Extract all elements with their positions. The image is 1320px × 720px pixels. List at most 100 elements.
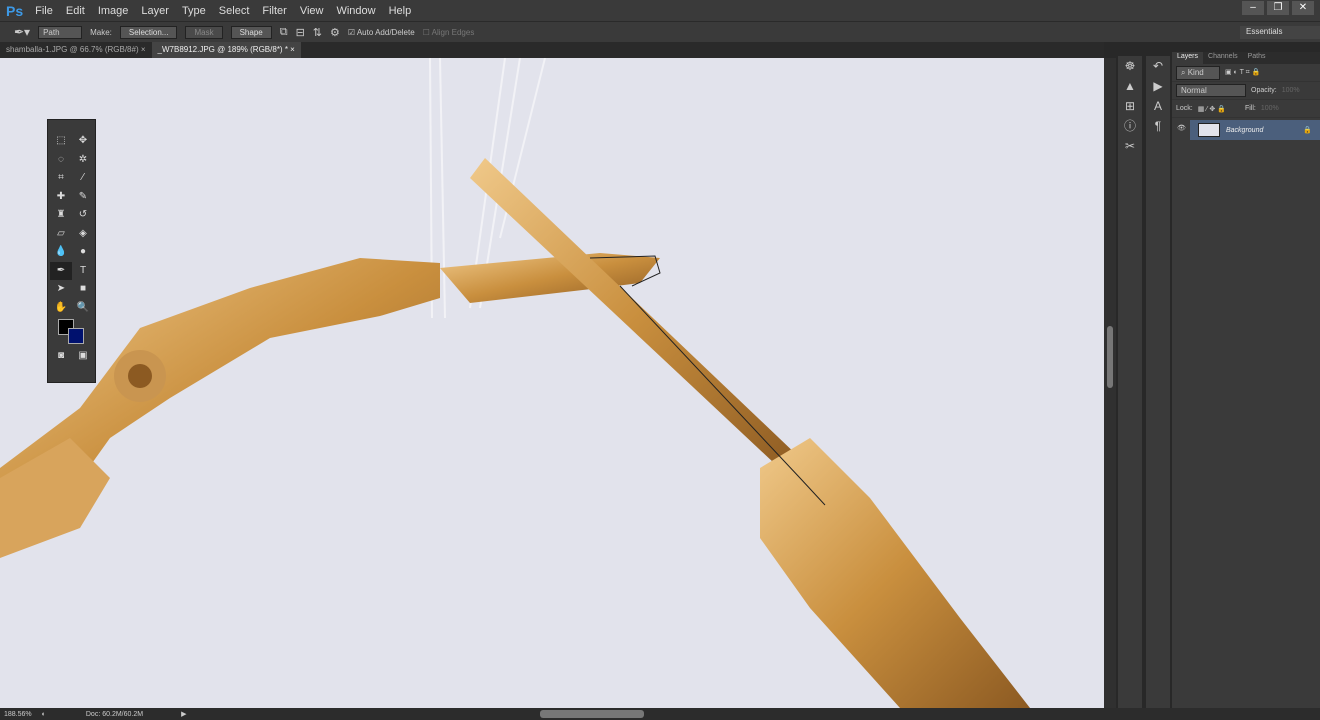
auto-add-delete-checkbox[interactable]: ☑ Auto Add/Delete (348, 28, 415, 37)
workspace-select[interactable]: Essentials (1240, 26, 1320, 39)
lock-icon: 🔒 (1303, 127, 1312, 134)
path-selection-tool-icon[interactable]: ➤ (50, 280, 72, 299)
hand-tool-icon[interactable]: ✋ (50, 299, 72, 318)
close-tab-icon[interactable]: × (141, 45, 146, 54)
menu-file[interactable]: File (35, 5, 53, 17)
lasso-tool-icon[interactable]: ◌ (50, 151, 72, 170)
eraser-tool-icon[interactable]: ▱ (50, 225, 72, 244)
scroll-thumb[interactable] (1107, 326, 1113, 388)
layer-name: Background (1226, 126, 1264, 134)
opacity-label: Opacity: (1251, 87, 1277, 94)
panel-dock-1: ☸ ▲ ⊞ ⓘ ✂ (1118, 56, 1142, 708)
status-icon: ◐ (41, 710, 46, 718)
minimize-button[interactable]: – (1242, 1, 1264, 15)
earring-image (0, 58, 1030, 708)
layer-background[interactable]: Background 🔒 (1190, 120, 1320, 140)
menu-bar: Ps File Edit Image Layer Type Select Fil… (0, 0, 1320, 21)
paragraph-icon[interactable]: ¶ (1146, 116, 1170, 136)
menu-view[interactable]: View (300, 5, 324, 17)
layer-filter-select[interactable]: ⌕ Kind (1176, 65, 1220, 80)
menu-type[interactable]: Type (182, 5, 206, 17)
vertical-scrollbar[interactable] (1104, 58, 1116, 708)
menu-help[interactable]: Help (389, 5, 412, 17)
document-tabs: shamballa-1.JPG @ 66.7% (RGB/8#) × _W7B8… (0, 42, 1104, 58)
pen-tool-icon[interactable]: ✒▾ (14, 25, 30, 39)
lock-icons[interactable]: ▦ ⁄ ✥ 🔒 (1198, 105, 1226, 113)
menu-window[interactable]: Window (336, 5, 375, 17)
path-mode-select[interactable]: Path (38, 25, 83, 39)
mask-button[interactable]: Mask (185, 25, 223, 39)
menu-edit[interactable]: Edit (66, 5, 85, 17)
tools-panel: ⬚ ✥ ◌ ✲ ⌗ ⁄ ✚ ✎ ♜ ↺ ▱ ◈ 💧 ● ✒ T ➤ ■ ✋ 🔍 ◙ ▣ (47, 119, 96, 383)
navigator-icon[interactable]: ⊞ (1118, 96, 1142, 116)
quick-mask-icon[interactable]: ◙ (50, 347, 72, 366)
blur-tool-icon[interactable]: 💧 (50, 243, 72, 262)
align-edges-checkbox[interactable]: ☐ Align Edges (423, 28, 475, 37)
actions-play-icon[interactable]: ▶ (1146, 76, 1170, 96)
close-button[interactable]: ✕ (1292, 1, 1314, 15)
status-bar: 188.56% ◐ Doc: 60.2M/60.2M ▶ (0, 708, 1320, 720)
tab-layers[interactable]: Layers (1172, 52, 1204, 64)
brush-tool-icon[interactable]: ✎ (72, 188, 94, 207)
zoom-tool-icon[interactable]: 🔍 (72, 299, 94, 318)
magic-wand-tool-icon[interactable]: ✲ (72, 151, 94, 170)
character-icon[interactable]: A (1146, 96, 1170, 116)
status-menu-arrow-icon[interactable]: ▶ (181, 710, 186, 718)
screen-mode-icon[interactable]: ▣ (72, 347, 94, 366)
path-operations-icon[interactable]: ⧉ (280, 26, 288, 39)
lock-label: Lock: (1176, 105, 1193, 112)
path-alignment-icon[interactable]: ⊟ (296, 26, 305, 39)
type-tool-icon[interactable]: T (72, 262, 94, 281)
menu-filter[interactable]: Filter (262, 5, 286, 17)
path-arrangement-icon[interactable]: ⇅ (313, 26, 322, 39)
info-icon[interactable]: ⓘ (1118, 116, 1142, 136)
tools-icon[interactable]: ✂ (1118, 136, 1142, 156)
clone-stamp-tool-icon[interactable]: ♜ (50, 206, 72, 225)
blend-mode-select[interactable]: Normal (1176, 84, 1246, 97)
adjustments-icon[interactable]: ☸ (1118, 56, 1142, 76)
filter-label: Kind (1187, 67, 1204, 77)
menu-image[interactable]: Image (98, 5, 129, 17)
filter-icons[interactable]: ▣ ◐ T ⌗ 🔒 (1225, 68, 1260, 77)
doc-size: Doc: 60.2M/60.2M (85, 710, 144, 718)
align-edges-label: Align Edges (431, 27, 475, 37)
tab-shamballa[interactable]: shamballa-1.JPG @ 66.7% (RGB/8#) × (0, 42, 152, 58)
gear-icon[interactable]: ⚙ (330, 26, 340, 39)
crop-tool-icon[interactable]: ⌗ (50, 169, 72, 188)
move-tool-icon[interactable]: ✥ (72, 132, 94, 151)
marquee-tool-icon[interactable]: ⬚ (50, 132, 72, 151)
history-brush-tool-icon[interactable]: ↺ (72, 206, 94, 225)
tab-channels[interactable]: Channels (1203, 52, 1243, 64)
zoom-level[interactable]: 188.56% (4, 711, 32, 718)
pen-tool-icon[interactable]: ✒ (50, 261, 72, 280)
photoshop-logo: Ps (6, 2, 24, 19)
restore-button[interactable]: ❐ (1267, 1, 1289, 15)
fill-label: Fill: (1244, 105, 1256, 112)
document-canvas[interactable] (0, 58, 1104, 708)
tab-paths[interactable]: Paths (1243, 52, 1271, 64)
horizontal-scrollbar[interactable] (540, 710, 644, 718)
make-label: Make: (90, 27, 112, 37)
fill-input[interactable]: 100% (1261, 105, 1279, 112)
histogram-icon[interactable]: ▲ (1118, 76, 1142, 96)
menu-layer[interactable]: Layer (141, 5, 169, 17)
healing-brush-tool-icon[interactable]: ✚ (50, 188, 72, 207)
dodge-tool-icon[interactable]: ● (72, 243, 94, 262)
shape-button[interactable]: Shape (230, 25, 272, 39)
auto-add-delete-label: Auto Add/Delete (356, 27, 415, 37)
opacity-input[interactable]: 100% (1282, 87, 1300, 94)
menu-select[interactable]: Select (219, 5, 250, 17)
panel-dock-2: ↶ ▶ A ¶ (1146, 56, 1170, 708)
tab-label: _W7B8912.JPG @ 189% (RGB/8*) * (157, 45, 288, 54)
visibility-eye-icon[interactable]: 👁 (1177, 124, 1186, 132)
paint-bucket-tool-icon[interactable]: ◈ (72, 225, 94, 244)
rectangle-tool-icon[interactable]: ■ (72, 280, 94, 299)
eyedropper-tool-icon[interactable]: ⁄ (72, 169, 94, 188)
tab-w7b8912[interactable]: _W7B8912.JPG @ 189% (RGB/8*) * × (151, 42, 301, 58)
history-icon[interactable]: ↶ (1146, 56, 1170, 76)
layer-thumbnail (1198, 123, 1220, 137)
tab-label: shamballa-1.JPG @ 66.7% (RGB/8#) (6, 45, 139, 54)
close-tab-icon[interactable]: × (290, 45, 295, 54)
background-color-swatch[interactable] (68, 328, 84, 344)
selection-button[interactable]: Selection... (119, 25, 178, 39)
